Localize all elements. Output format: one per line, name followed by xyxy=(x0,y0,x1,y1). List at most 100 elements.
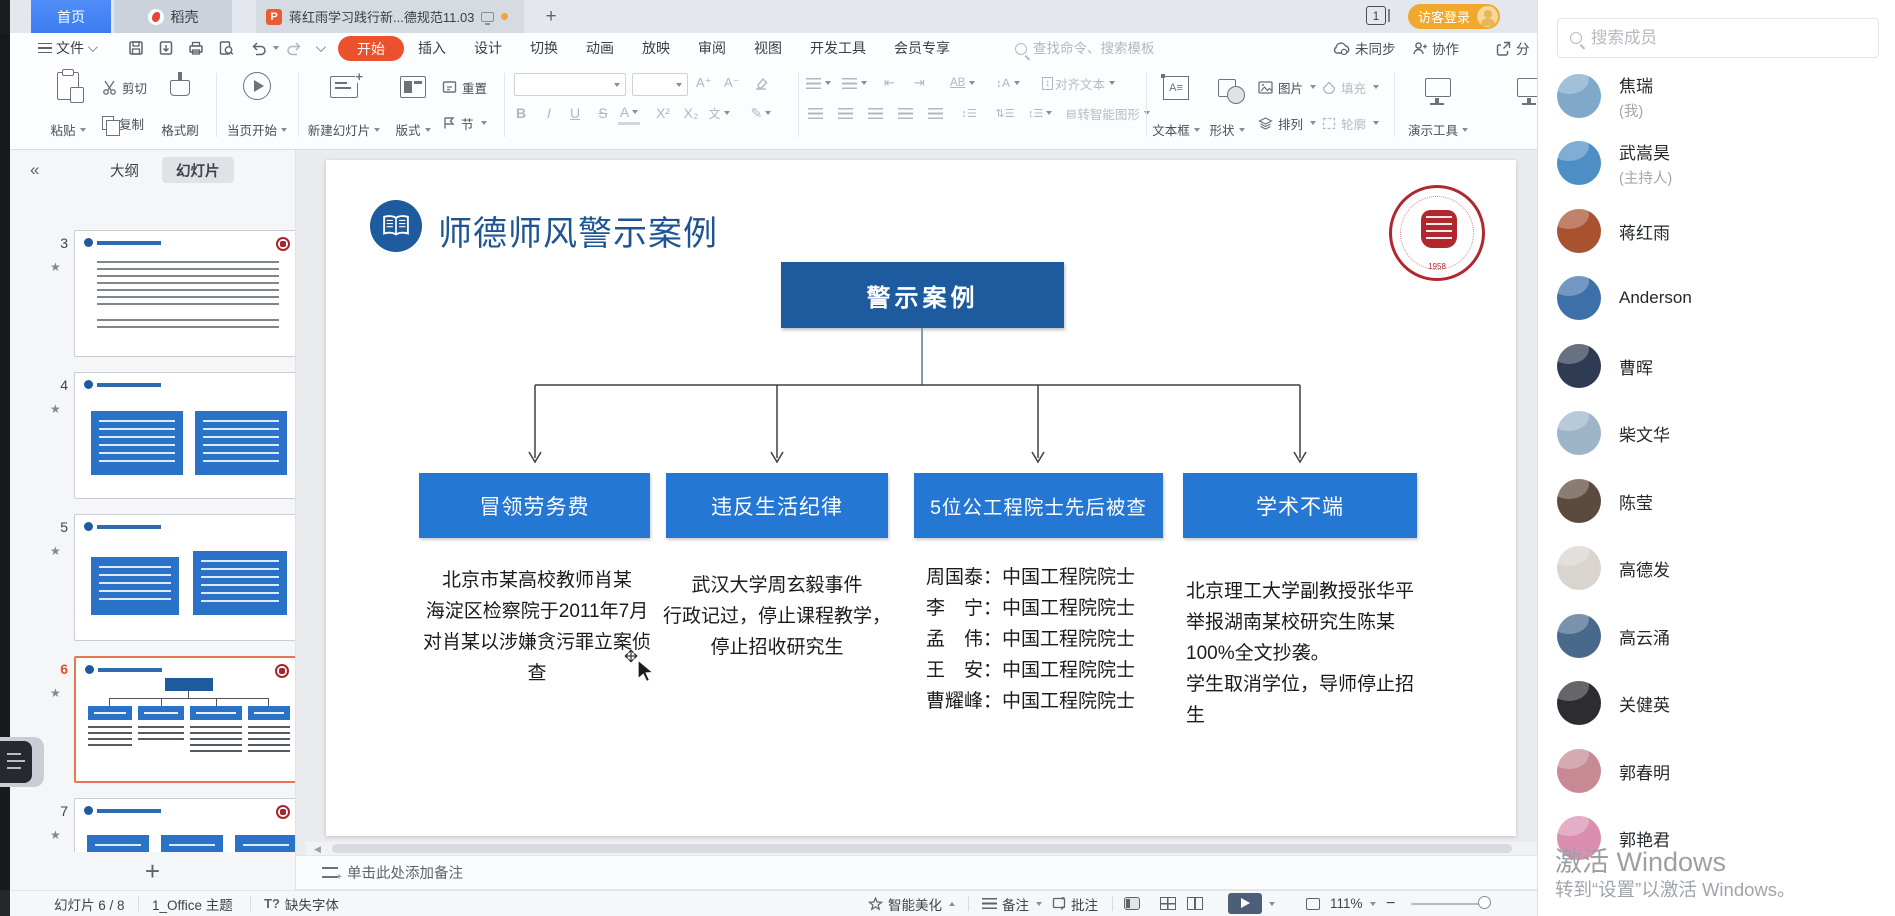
member-row[interactable]: 焦瑞(我) xyxy=(1557,68,1887,124)
font-color-button[interactable]: A xyxy=(618,101,640,125)
text-box-button[interactable]: A≡ 文本框 xyxy=(1152,69,1200,143)
comments-button[interactable]: 批注 xyxy=(1052,891,1098,916)
missing-font-button[interactable]: T? 缺失字体 xyxy=(264,891,339,916)
para-spacing-button[interactable]: ⇅☰ xyxy=(994,101,1016,125)
export-button[interactable] xyxy=(158,33,174,63)
fill-button[interactable]: 填充 xyxy=(1322,75,1379,99)
copy-button[interactable]: 复制 xyxy=(102,111,144,135)
slide-thumbnail-7[interactable] xyxy=(74,798,295,852)
tab-home[interactable]: 首页 xyxy=(31,0,111,33)
guest-login-button[interactable]: 访客登录 xyxy=(1408,4,1500,29)
align-right-button[interactable] xyxy=(864,101,886,125)
menu-tab-transition[interactable]: 切换 xyxy=(530,38,558,58)
increase-indent-button[interactable]: ⇥ xyxy=(914,71,925,95)
font-size-select[interactable] xyxy=(632,73,688,96)
cut-button[interactable]: 剪切 xyxy=(102,75,147,99)
menu-tab-member[interactable]: 会员专享 xyxy=(894,38,950,58)
picture-button[interactable]: 图片 xyxy=(1258,75,1316,99)
highlight-button[interactable]: ✎ xyxy=(750,101,772,125)
tab-slides[interactable]: 幻灯片 xyxy=(162,157,234,183)
play-from-current-button[interactable]: 当页开始 xyxy=(224,69,290,143)
case-box-3[interactable]: 5位公工程院士先后被查 xyxy=(914,473,1163,538)
member-row[interactable]: 武嵩昊(主持人) xyxy=(1557,135,1887,191)
menu-tab-slideshow[interactable]: 放映 xyxy=(642,38,670,58)
font-shrink-button[interactable]: A⁻ xyxy=(724,71,740,95)
slide-thumbnail-6-selected[interactable] xyxy=(74,656,295,783)
notes-bar[interactable]: 单击此处添加备注 xyxy=(296,855,1537,890)
scrollbar-thumb[interactable] xyxy=(332,844,1512,853)
zoom-out-button[interactable]: − xyxy=(1386,891,1395,916)
command-search[interactable] xyxy=(1015,36,1245,61)
play-slideshow-button[interactable] xyxy=(1228,891,1275,916)
present-tools-button[interactable]: 演示工具 xyxy=(1404,69,1472,143)
redo-button[interactable] xyxy=(286,33,303,63)
menu-tab-animation[interactable]: 动画 xyxy=(586,38,614,58)
tab-document[interactable]: P 蒋红雨学习践行新...德规范11.03 xyxy=(256,0,524,33)
case-box-4[interactable]: 学术不端 xyxy=(1183,473,1417,538)
menu-tab-insert[interactable]: 插入 xyxy=(418,38,446,58)
view-read-button[interactable] xyxy=(1187,891,1203,916)
member-row[interactable]: 高德发 xyxy=(1557,540,1887,596)
case-box-1[interactable]: 冒领劳务费 xyxy=(419,473,650,538)
case-box-2[interactable]: 违反生活纪律 xyxy=(666,473,888,538)
slide-thumbnail-4[interactable] xyxy=(74,372,295,499)
new-tab-button[interactable]: + xyxy=(538,4,564,30)
phonetic-guide-button[interactable]: 文 xyxy=(708,101,730,125)
format-painter-button[interactable]: 格式刷 xyxy=(152,69,208,143)
menu-tab-start[interactable]: 开始 xyxy=(338,36,404,61)
shape-button[interactable]: 形状 xyxy=(1206,69,1248,143)
print-preview-button[interactable] xyxy=(218,33,234,63)
text-direction-button[interactable]: ↕A xyxy=(996,71,1020,95)
menu-tab-review[interactable]: 审阅 xyxy=(698,38,726,58)
share-button[interactable]: 分 xyxy=(1496,33,1530,63)
subscript-button[interactable]: X₂ xyxy=(680,101,702,125)
smart-beautify-button[interactable]: 智能美化 xyxy=(868,891,955,916)
member-row[interactable]: 曹晖 xyxy=(1557,338,1887,394)
new-slide-button[interactable]: + 新建幻灯片 xyxy=(306,69,382,143)
arrange-button[interactable]: 排列 xyxy=(1258,111,1316,135)
member-row[interactable]: 蒋红雨 xyxy=(1557,203,1887,259)
distribute-button[interactable] xyxy=(924,101,946,125)
zoom-slider-knob[interactable] xyxy=(1478,896,1491,909)
slide-6-canvas[interactable]: 师德师风警示案例 1958 警示案例 冒领劳务费 违反生活纪律 xyxy=(326,160,1516,836)
add-slide-button[interactable]: + xyxy=(10,852,295,890)
bullet-list-button[interactable] xyxy=(806,71,831,95)
superscript-button[interactable]: X² xyxy=(652,101,674,125)
paste-button[interactable]: 粘贴 xyxy=(42,69,94,143)
align-center-button[interactable] xyxy=(834,101,856,125)
member-row[interactable]: 关健英 xyxy=(1557,675,1887,731)
outline-button[interactable]: 轮廓 xyxy=(1322,111,1379,135)
menu-tab-devtools[interactable]: 开发工具 xyxy=(810,38,866,58)
underline-button[interactable]: U xyxy=(564,101,586,125)
member-row[interactable]: 柴文华 xyxy=(1557,405,1887,461)
horizontal-scrollbar[interactable]: ◀ xyxy=(306,842,1537,855)
member-search-input[interactable] xyxy=(1591,29,1841,48)
window-count-badge[interactable]: 1 xyxy=(1366,6,1386,25)
decrease-indent-button[interactable]: ⇤ xyxy=(884,71,895,95)
slide-thumbnail-5[interactable] xyxy=(74,514,295,641)
member-row[interactable]: 陈莹 xyxy=(1557,473,1887,529)
collaborate-button[interactable]: 协作 xyxy=(1412,33,1459,63)
save-button[interactable] xyxy=(128,33,144,63)
theme-name[interactable]: 1_Office 主题 xyxy=(152,891,233,916)
reset-button[interactable]: 重置 xyxy=(442,75,487,99)
scroll-left-icon[interactable]: ◀ xyxy=(314,844,321,855)
sync-status[interactable]: 未同步 xyxy=(1332,33,1396,63)
case-text-3[interactable]: 周国泰：中国工程院院士 李 宁：中国工程院院士 孟 伟：中国工程院院士 王 安：… xyxy=(926,562,1166,717)
case-text-4[interactable]: 北京理工大学副教授张华平 举报湖南某校研究生陈某 100%全文抄袭。 学生取消学… xyxy=(1186,576,1426,731)
fit-slide-button[interactable] xyxy=(1306,891,1320,916)
strikethrough-button[interactable]: S xyxy=(592,101,614,125)
section-button[interactable]: 节 xyxy=(442,111,487,135)
line-spacing-button[interactable]: ↕☰ xyxy=(958,101,980,125)
font-grow-button[interactable]: A⁺ xyxy=(696,71,712,95)
notes-toggle-button[interactable]: 备注 xyxy=(982,891,1042,916)
menu-tab-design[interactable]: 设计 xyxy=(474,38,502,58)
font-family-select[interactable] xyxy=(514,73,626,96)
case-text-2[interactable]: 武汉大学周玄毅事件 行政记过，停止课程教学， 停止招收研究生 xyxy=(656,570,898,663)
char-spacing-button[interactable]: AB xyxy=(950,71,975,95)
view-normal-button[interactable] xyxy=(1128,891,1136,916)
bold-button[interactable]: B xyxy=(510,101,532,125)
align-text-button[interactable]: ↕ 对齐文本 xyxy=(1042,71,1115,95)
clear-format-button[interactable] xyxy=(754,71,768,95)
collapse-panel-button[interactable]: « xyxy=(30,160,39,180)
